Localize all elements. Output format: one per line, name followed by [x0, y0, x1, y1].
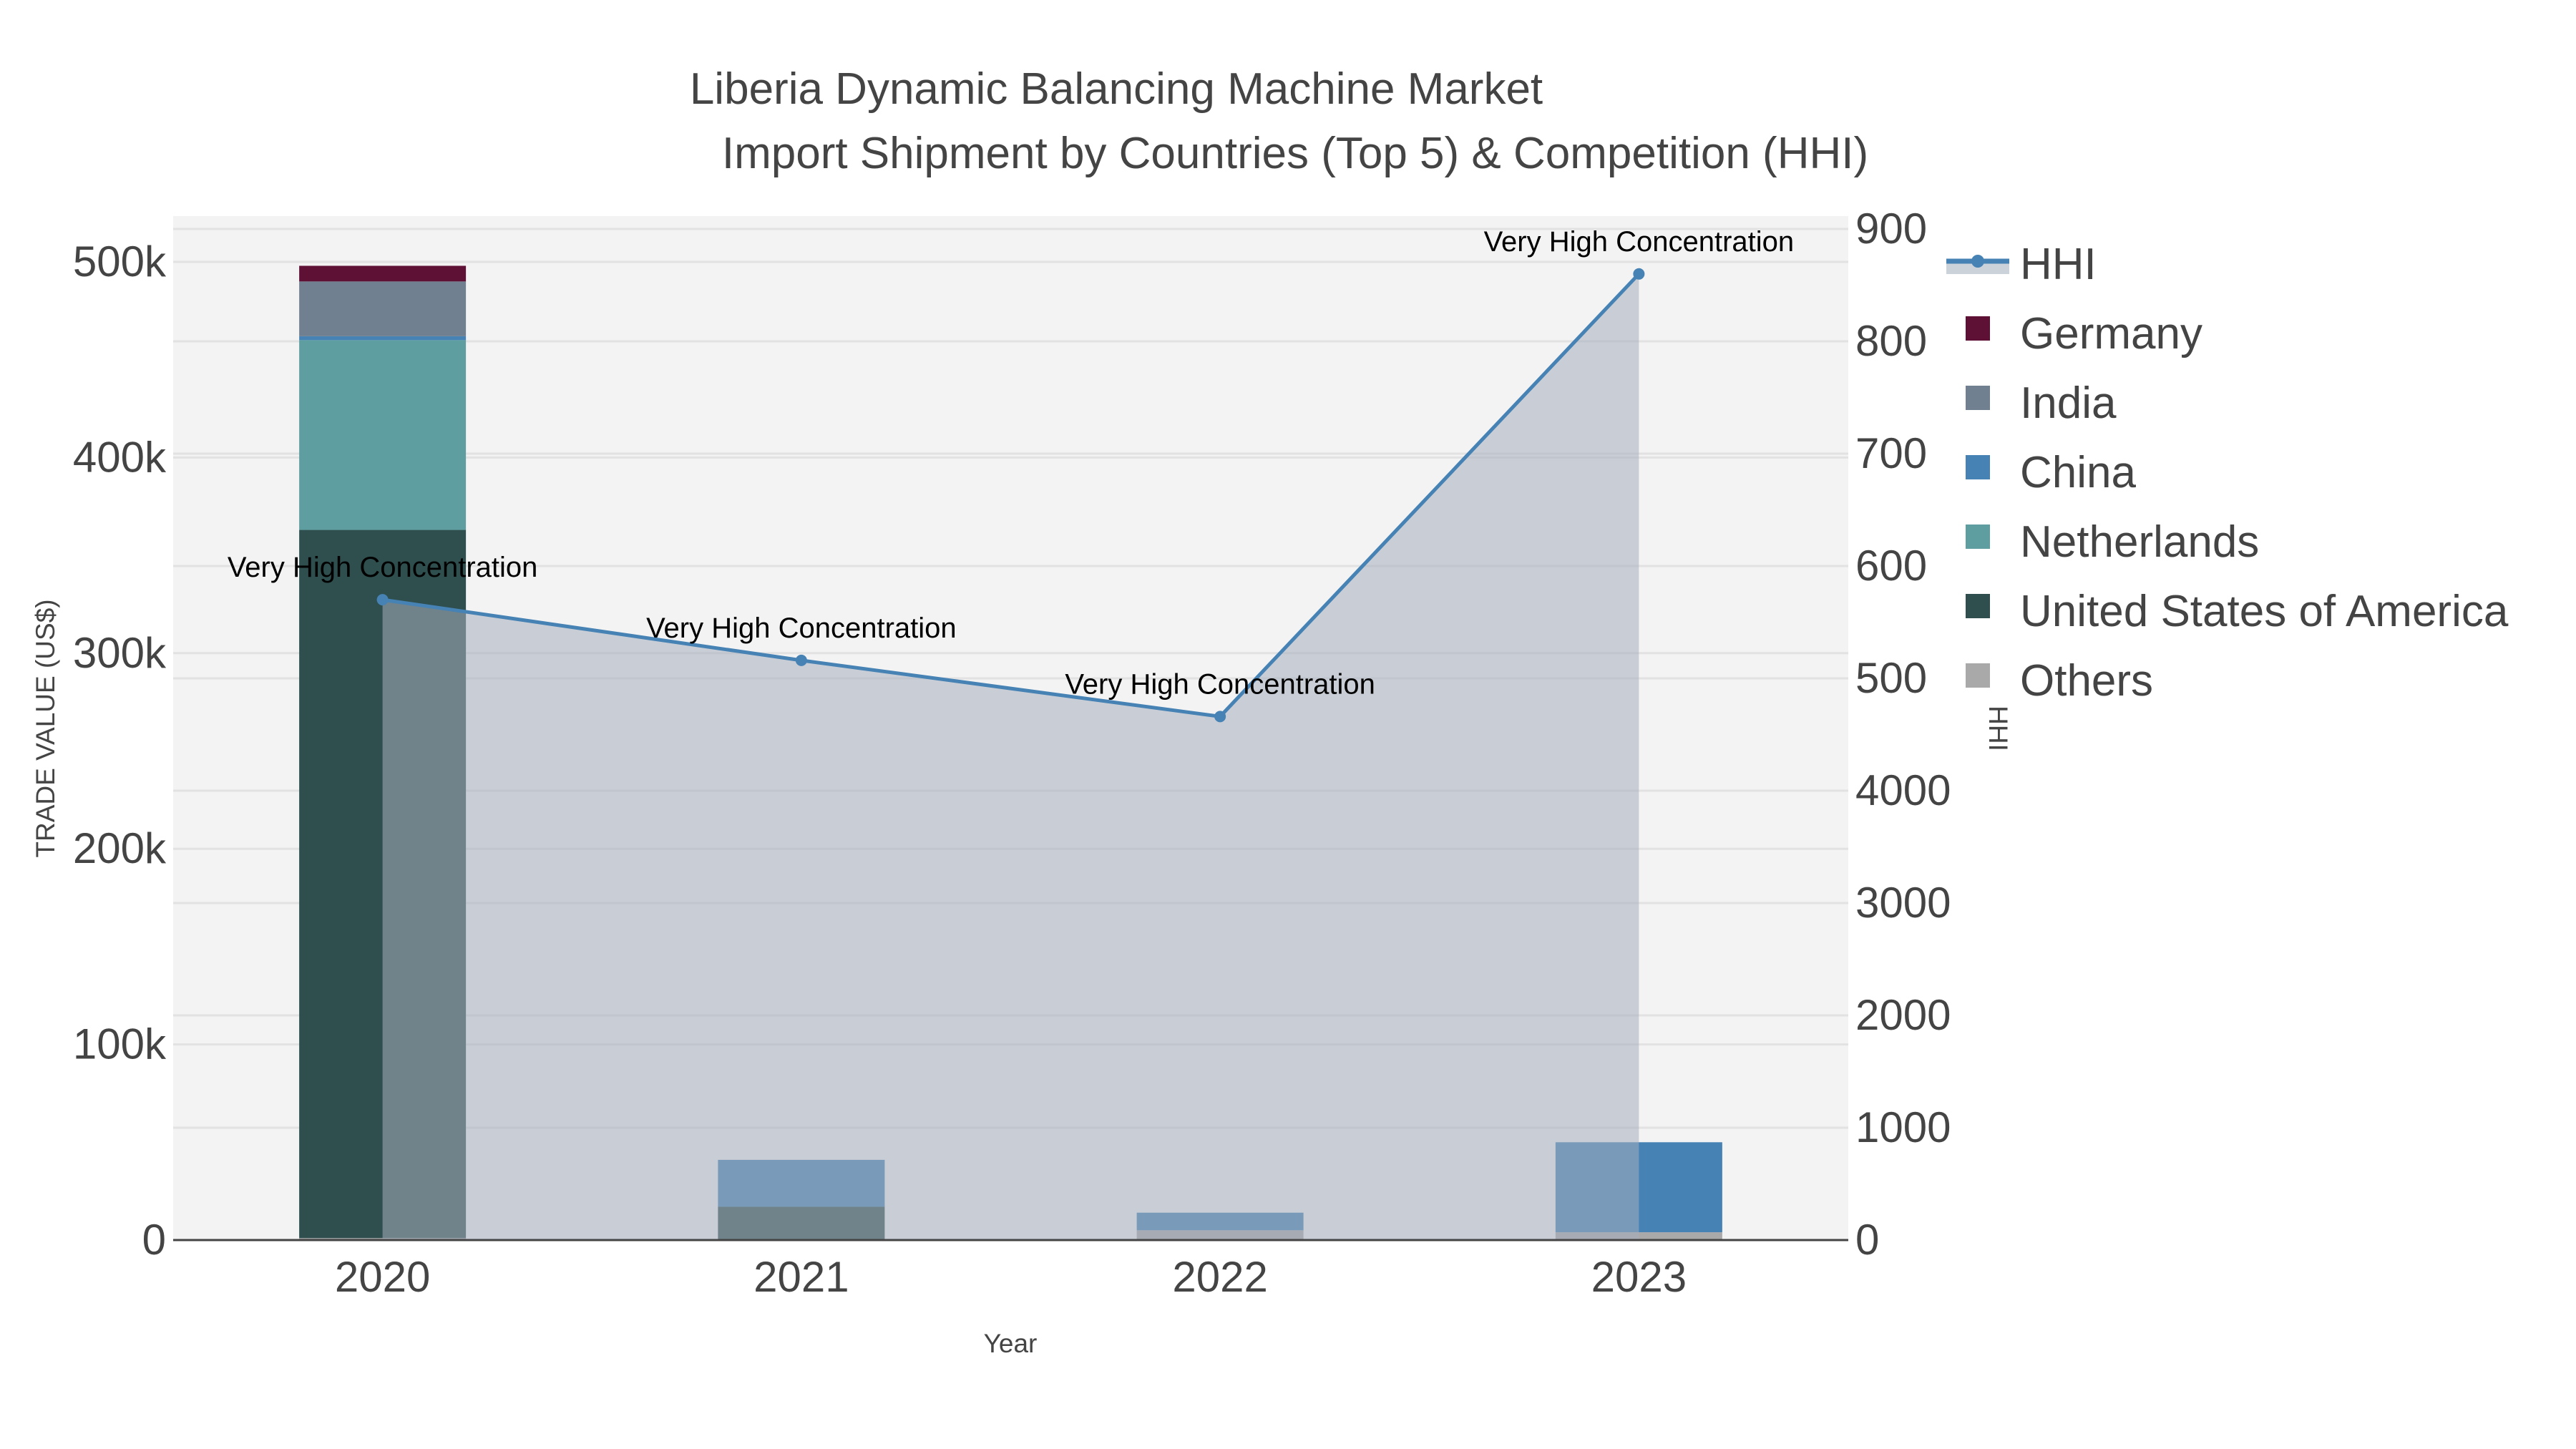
legend-swatch-netherlands: [1966, 525, 1990, 549]
hhi-annotation: Very High Concentration: [1484, 226, 1795, 258]
hhi-point: [1633, 268, 1645, 280]
y-tick-label: 200k: [73, 824, 167, 872]
y2-tick-label: 800: [1855, 317, 1927, 365]
legend-label[interactable]: HHI: [2020, 240, 2097, 289]
y2-tick-label: 4000: [1855, 766, 1951, 814]
y2-axis-title: HHI: [1984, 706, 2013, 751]
legend-hhi-marker-icon: [1971, 255, 1984, 268]
legend-label[interactable]: Others: [2020, 656, 2153, 706]
x-tick-label: 2020: [335, 1253, 430, 1301]
chart: Liberia Dynamic Balancing Machine Market…: [31, 64, 2509, 1358]
y2-tick-label: 3000: [1855, 879, 1951, 927]
x-axis-title: Year: [984, 1329, 1038, 1358]
y-tick-label: 100k: [73, 1020, 167, 1068]
hhi-annotation: Very High Concentration: [1065, 668, 1375, 700]
legend-swatch-others: [1966, 663, 1990, 688]
y2-tick-label: 900: [1855, 205, 1927, 253]
hhi-annotation: Very High Concentration: [228, 552, 538, 583]
y-tick-label: 0: [142, 1216, 166, 1264]
y2-tick-label: 2000: [1855, 991, 1951, 1039]
legend-swatch-united-states-of-america: [1966, 594, 1990, 618]
y-tick-label: 300k: [73, 629, 167, 677]
legend-swatch-india: [1966, 386, 1990, 410]
y2-tick-label: 600: [1855, 542, 1927, 590]
legend-label[interactable]: Germany: [2020, 309, 2202, 358]
x-tick-label: 2021: [753, 1253, 849, 1301]
legend-swatch-china: [1966, 455, 1990, 479]
y2-tick-label: 500: [1855, 654, 1927, 702]
hhi-annotation: Very High Concentration: [646, 613, 957, 644]
chart-title: Liberia Dynamic Balancing Machine Market: [690, 64, 1543, 114]
bar-china: [299, 336, 467, 341]
bar-netherlands: [299, 340, 467, 530]
chart-subtitle: Import Shipment by Countries (Top 5) & C…: [722, 129, 1868, 178]
y2-tick-label: 700: [1855, 429, 1927, 477]
y-axis-title: TRADE VALUE (US$): [31, 599, 60, 857]
legend-label[interactable]: United States of America: [2020, 587, 2509, 636]
y-tick-label: 400k: [73, 433, 167, 481]
y2-tick-label: 0: [1855, 1216, 1879, 1264]
legend-label[interactable]: Netherlands: [2020, 517, 2259, 567]
x-tick-label: 2022: [1172, 1253, 1267, 1301]
x-tick-label: 2023: [1591, 1253, 1687, 1301]
hhi-point: [795, 654, 807, 666]
bar-india: [299, 281, 467, 336]
hhi-point: [1214, 711, 1226, 723]
y-tick-label: 500k: [73, 238, 167, 286]
legend-label[interactable]: China: [2020, 448, 2137, 497]
legend-label[interactable]: India: [2020, 379, 2117, 428]
hhi-point: [376, 594, 389, 606]
bar-germany: [299, 265, 467, 282]
legend-swatch-germany: [1966, 316, 1990, 341]
y2-tick-label: 1000: [1855, 1103, 1951, 1151]
